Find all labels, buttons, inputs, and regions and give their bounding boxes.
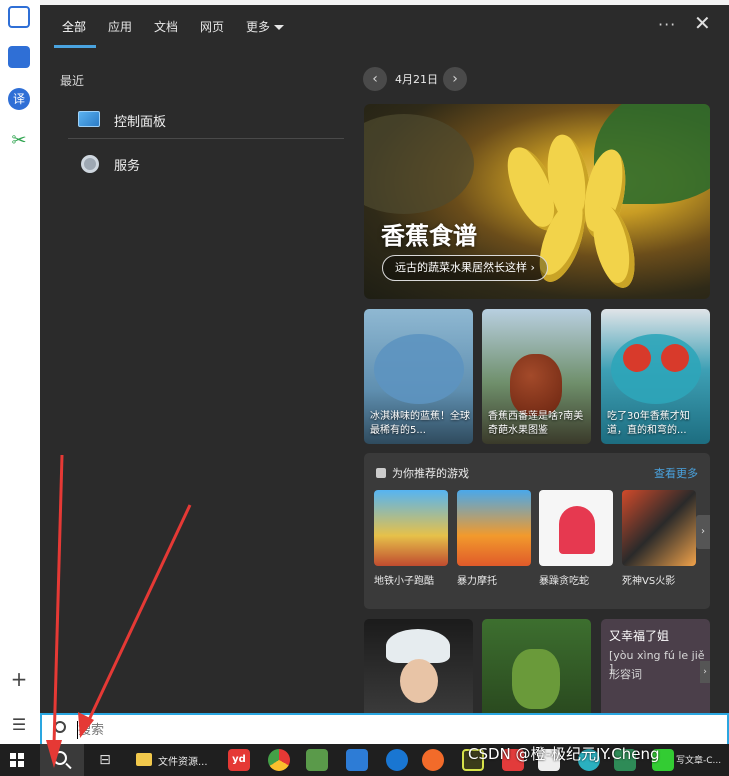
app-icon[interactable] — [306, 749, 328, 771]
story-card[interactable]: 香蕉西番莲是啥?南美奇葩水果图鉴 — [482, 309, 591, 444]
story-card[interactable]: 冰淇淋味的蓝蕉！全球最稀有的5... — [364, 309, 473, 444]
game-label: 死神VS火影 — [622, 576, 676, 587]
banana-bunch-image — [512, 649, 560, 709]
apple-image — [661, 344, 689, 372]
edit-app-icon[interactable] — [8, 6, 30, 28]
prev-date-button[interactable]: ‹ — [363, 67, 387, 91]
word-type: 形容词 — [609, 668, 642, 681]
recommended-games: 为你推荐的游戏 查看更多 地铁小子跑酷 暴力摩托 暴躁贪吃蛇 死神VS火影 › — [364, 453, 710, 609]
recent-heading: 最近 — [60, 74, 85, 88]
story-card-text: 吃了30年香蕉才知道，直的和弯的... — [607, 411, 690, 436]
game-label: 暴力摩托 — [457, 576, 497, 587]
file-explorer-button[interactable]: 文件资源... — [130, 744, 218, 776]
search-panel: 全部 应用 文档 网页 更多 ··· ✕ 最近 控制面板 服务 ‹ 4月21日 … — [40, 5, 729, 713]
hero-banana-card[interactable]: 香蕉食谱 远古的蔬菜水果居然长这样 › — [364, 104, 710, 299]
game-thumbnail — [374, 490, 448, 566]
search-icon — [54, 721, 66, 733]
tab-bar: 全部 应用 文档 网页 更多 ··· ✕ — [40, 5, 729, 49]
screen: 译 ✂ + ☰ 全部 应用 文档 网页 更多 ··· ✕ 最近 控制面板 服务 — [0, 0, 729, 776]
recent-item-label: 控制面板 — [114, 115, 167, 130]
services-gear-icon — [81, 155, 99, 173]
active-tab-indicator — [54, 45, 96, 48]
story-card[interactable] — [482, 619, 591, 713]
story-card[interactable] — [364, 619, 473, 713]
search-bar[interactable] — [40, 713, 729, 744]
tab-more[interactable]: 更多 — [246, 18, 285, 35]
story-card-text: 冰淇淋味的蓝蕉！全球最稀有的5... — [370, 411, 470, 436]
recent-item-control-panel[interactable]: 控制面板 — [40, 97, 355, 141]
youdao-app-icon[interactable]: yd — [228, 749, 250, 771]
left-app-strip: 译 ✂ + ☰ — [0, 0, 40, 744]
story-card[interactable]: 吃了30年香蕉才知道，直的和弯的... — [601, 309, 710, 444]
highlights-column: ‹ 4月21日 › 香蕉食谱 远古的蔬菜水果居然长这样 › 冰淇淋味的蓝蕉！全球… — [355, 49, 729, 713]
games-heading: 为你推荐的游戏 — [376, 465, 469, 481]
hero-leaf-shape — [364, 114, 474, 214]
recent-column: 最近 控制面板 服务 — [40, 49, 355, 713]
windows-start-icon[interactable] — [10, 753, 24, 767]
games-title: 为你推荐的游戏 — [392, 467, 469, 480]
app-icon[interactable] — [422, 749, 444, 771]
youdao-label: yd — [232, 754, 246, 765]
document-app-icon[interactable] — [8, 46, 30, 68]
next-date-button[interactable]: › — [443, 67, 467, 91]
browser-window-label: 写文章-C... — [676, 756, 722, 766]
divider — [68, 138, 344, 139]
search-input[interactable] — [78, 720, 678, 740]
apple-image — [623, 344, 651, 372]
folder-icon — [136, 753, 152, 766]
hero-title: 香蕉食谱 — [381, 222, 477, 250]
game-item[interactable]: 暴力摩托 — [457, 490, 531, 587]
chevron-down-icon — [274, 25, 285, 30]
hat-image — [386, 629, 450, 663]
close-icon[interactable]: ✕ — [694, 13, 711, 33]
scissors-icon[interactable]: ✂ — [8, 130, 30, 152]
tab-documents[interactable]: 文档 — [154, 18, 178, 35]
game-thumbnail — [457, 490, 531, 566]
chrome-icon[interactable] — [268, 749, 290, 771]
tab-all[interactable]: 全部 — [62, 18, 86, 35]
date-navigator: ‹ 4月21日 › — [363, 67, 563, 91]
game-label: 暴躁贪吃蛇 — [539, 576, 589, 587]
fruit-image — [510, 354, 562, 416]
search-icon — [53, 751, 67, 765]
game-thumbnail — [622, 490, 696, 566]
games-more-link[interactable]: 查看更多 — [654, 465, 698, 481]
control-panel-icon — [78, 111, 100, 127]
hero-link-pill[interactable]: 远古的蔬菜水果居然长这样 › — [382, 255, 548, 281]
tab-web[interactable]: 网页 — [200, 18, 224, 35]
games-icon — [376, 468, 386, 478]
banana-shape — [585, 200, 643, 293]
game-item[interactable]: 地铁小子跑酷 — [374, 490, 448, 587]
story-card-text: 香蕉西番莲是啥?南美奇葩水果图鉴 — [488, 411, 584, 436]
tab-apps[interactable]: 应用 — [108, 18, 132, 35]
app-icon[interactable] — [386, 749, 408, 771]
task-view-icon[interactable]: ⊟ — [92, 744, 118, 776]
plate-image — [374, 334, 464, 404]
game-thumbnail — [539, 490, 613, 566]
face-image — [400, 659, 438, 703]
add-icon[interactable]: + — [8, 668, 30, 690]
game-item[interactable]: 暴躁贪吃蛇 — [539, 490, 613, 587]
file-explorer-label: 文件资源... — [158, 757, 208, 768]
recent-item-services[interactable]: 服务 — [40, 141, 355, 185]
app-icon[interactable] — [346, 749, 368, 771]
list-icon[interactable]: ☰ — [8, 714, 30, 736]
snake-character — [559, 506, 595, 554]
more-options-icon[interactable]: ··· — [658, 15, 676, 34]
word-next-button[interactable]: › — [700, 661, 710, 683]
plate-image — [611, 334, 701, 404]
tab-more-label: 更多 — [246, 20, 271, 34]
bottom-cards: 又幸福了姐 [yòu xìng fú le jiě ] 形容词 › — [364, 619, 710, 713]
word-card[interactable]: 又幸福了姐 [yòu xìng fú le jiě ] 形容词 › — [601, 619, 710, 713]
date-label: 4月21日 — [395, 73, 438, 86]
watermark: CSDN @橙-极纪元JY.Cheng — [468, 745, 660, 763]
recent-item-label: 服务 — [114, 159, 141, 174]
taskbar-search-button[interactable] — [40, 744, 84, 776]
word-title: 又幸福了姐 — [609, 629, 670, 643]
games-next-button[interactable]: › — [696, 515, 710, 549]
game-item[interactable]: 死神VS火影 — [622, 490, 696, 587]
story-cards: 冰淇淋味的蓝蕉！全球最稀有的5... 香蕉西番莲是啥?南美奇葩水果图鉴 吃了30… — [364, 309, 710, 444]
game-label: 地铁小子跑酷 — [374, 576, 434, 587]
translate-app-icon[interactable]: 译 — [8, 88, 30, 110]
